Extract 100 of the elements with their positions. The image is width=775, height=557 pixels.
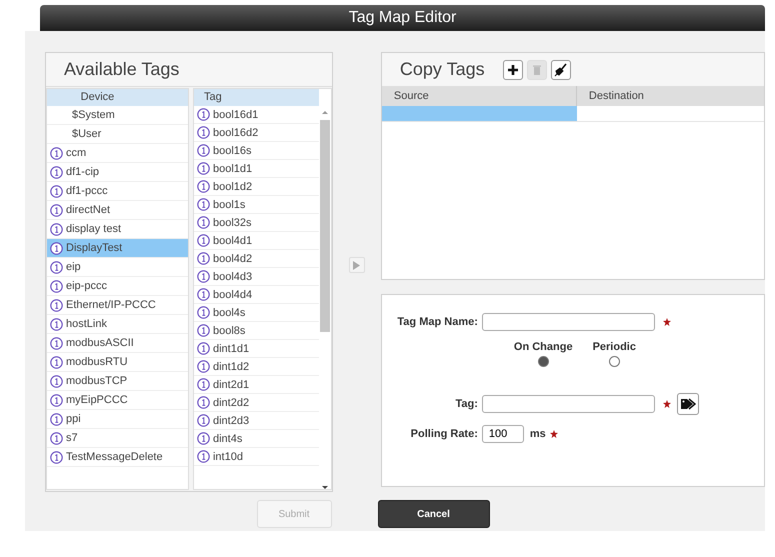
info-icon xyxy=(196,432,210,445)
list-item[interactable]: dint2d1 xyxy=(194,376,319,394)
list-item[interactable]: modbusASCII xyxy=(47,334,188,353)
info-icon xyxy=(50,146,63,160)
info-icon xyxy=(50,166,63,178)
unit-label: ms xyxy=(530,428,546,440)
info-icon xyxy=(50,298,63,312)
info-icon xyxy=(50,394,63,406)
list-item[interactable]: bool16d1 xyxy=(194,106,319,124)
list-item[interactable]: df1-cip xyxy=(47,163,188,182)
info-icon xyxy=(196,414,210,427)
list-item[interactable]: bool16d2 xyxy=(194,124,319,142)
info-icon xyxy=(196,144,210,157)
tag-picker-button[interactable] xyxy=(676,393,699,415)
info-icon xyxy=(50,318,63,330)
info-icon xyxy=(196,198,210,211)
list-item[interactable]: bool1d1 xyxy=(194,160,319,178)
info-icon xyxy=(196,288,210,301)
play-icon xyxy=(353,260,360,270)
info-icon xyxy=(50,336,63,350)
list-item[interactable]: dint1d2 xyxy=(194,358,319,376)
info-icon xyxy=(50,280,63,292)
field-label: Tag Map Name: xyxy=(397,316,478,328)
list-item[interactable]: modbusTCP xyxy=(47,372,188,391)
input-field[interactable] xyxy=(482,395,655,413)
column-header: Device xyxy=(80,91,114,103)
list-item[interactable]: int10d xyxy=(194,448,319,466)
list-item[interactable]: TestMessageDelete xyxy=(47,448,188,467)
info-icon xyxy=(50,204,63,216)
info-icon xyxy=(50,432,63,444)
table-cell[interactable] xyxy=(382,106,577,121)
column-header: Source xyxy=(394,90,429,102)
column-header: Destination xyxy=(588,90,644,102)
list-item[interactable]: DisplayTest xyxy=(47,239,188,258)
list-item[interactable]: bool8s xyxy=(194,322,319,340)
info-icon xyxy=(50,260,63,274)
list-item[interactable]: modbusRTU xyxy=(47,353,188,372)
list-item[interactable]: bool4d4 xyxy=(194,286,319,304)
info-icon xyxy=(196,270,210,283)
list-item[interactable]: dint2d2 xyxy=(194,394,319,412)
info-icon xyxy=(196,162,210,175)
list-item[interactable]: bool4s xyxy=(194,304,319,322)
info-icon xyxy=(50,184,63,198)
input-field[interactable]: 100 xyxy=(482,425,524,443)
info-icon xyxy=(50,242,63,254)
info-icon xyxy=(50,412,63,426)
list-item[interactable]: ppi xyxy=(47,410,188,429)
radio-label: On Change xyxy=(514,341,573,353)
list-item[interactable]: bool4d1 xyxy=(194,232,319,250)
list-item[interactable]: bool1d2 xyxy=(194,178,319,196)
list-item[interactable]: dint4s xyxy=(194,430,319,448)
list-item[interactable]: eip xyxy=(47,258,188,277)
info-icon xyxy=(50,450,63,464)
field-label: Polling Rate: xyxy=(410,428,478,440)
info-icon xyxy=(196,360,210,373)
info-icon xyxy=(196,342,210,355)
list-item[interactable]: dint1d1 xyxy=(194,340,319,358)
radio-button[interactable] xyxy=(538,356,549,367)
list-item[interactable]: s7 xyxy=(47,429,188,448)
list-item[interactable]: directNet xyxy=(47,201,188,220)
info-icon xyxy=(196,252,210,265)
radio-button[interactable] xyxy=(608,356,620,367)
info-icon xyxy=(196,306,210,319)
list-item[interactable]: eip-pccc xyxy=(47,277,188,296)
list-item[interactable]: dint2d3 xyxy=(194,412,319,430)
info-icon xyxy=(50,356,63,368)
window-title: Tag Map Editor xyxy=(40,5,765,31)
list-item[interactable]: hostLink xyxy=(47,315,188,334)
tags-icon xyxy=(680,397,696,411)
info-icon xyxy=(196,396,210,409)
list-item[interactable]: ccm xyxy=(47,144,188,163)
info-icon xyxy=(196,450,210,463)
info-icon xyxy=(196,180,210,193)
info-icon xyxy=(196,126,210,139)
info-icon xyxy=(50,374,63,388)
list-item[interactable]: myEipPCCC xyxy=(47,391,188,410)
input-field[interactable] xyxy=(482,313,655,331)
list-item[interactable]: bool1s xyxy=(194,196,319,214)
list-item[interactable]: Ethernet/IP-PCCC xyxy=(47,296,188,315)
panel-title: Copy Tags xyxy=(400,59,485,80)
list-item[interactable]: bool16s xyxy=(194,142,319,160)
info-icon xyxy=(196,234,210,247)
list-item[interactable]: $System xyxy=(47,106,188,125)
info-icon xyxy=(196,108,210,121)
radio-label: Periodic xyxy=(592,341,636,353)
column-header: Tag xyxy=(204,91,222,103)
info-icon xyxy=(196,378,210,391)
field-label: Tag: xyxy=(455,398,478,410)
info-icon xyxy=(50,222,63,236)
list-item[interactable]: bool4d3 xyxy=(194,268,319,286)
list-item[interactable]: $User xyxy=(47,125,188,144)
add-button[interactable] xyxy=(502,60,523,80)
cancel-button[interactable]: Cancel xyxy=(378,500,490,528)
clear-button[interactable] xyxy=(550,60,571,80)
list-item[interactable]: bool32s xyxy=(194,214,319,232)
info-icon xyxy=(196,324,210,337)
info-icon xyxy=(196,216,210,229)
list-item[interactable]: bool4d2 xyxy=(194,250,319,268)
plus-icon xyxy=(506,62,520,76)
list-item[interactable]: df1-pccc xyxy=(47,182,188,201)
